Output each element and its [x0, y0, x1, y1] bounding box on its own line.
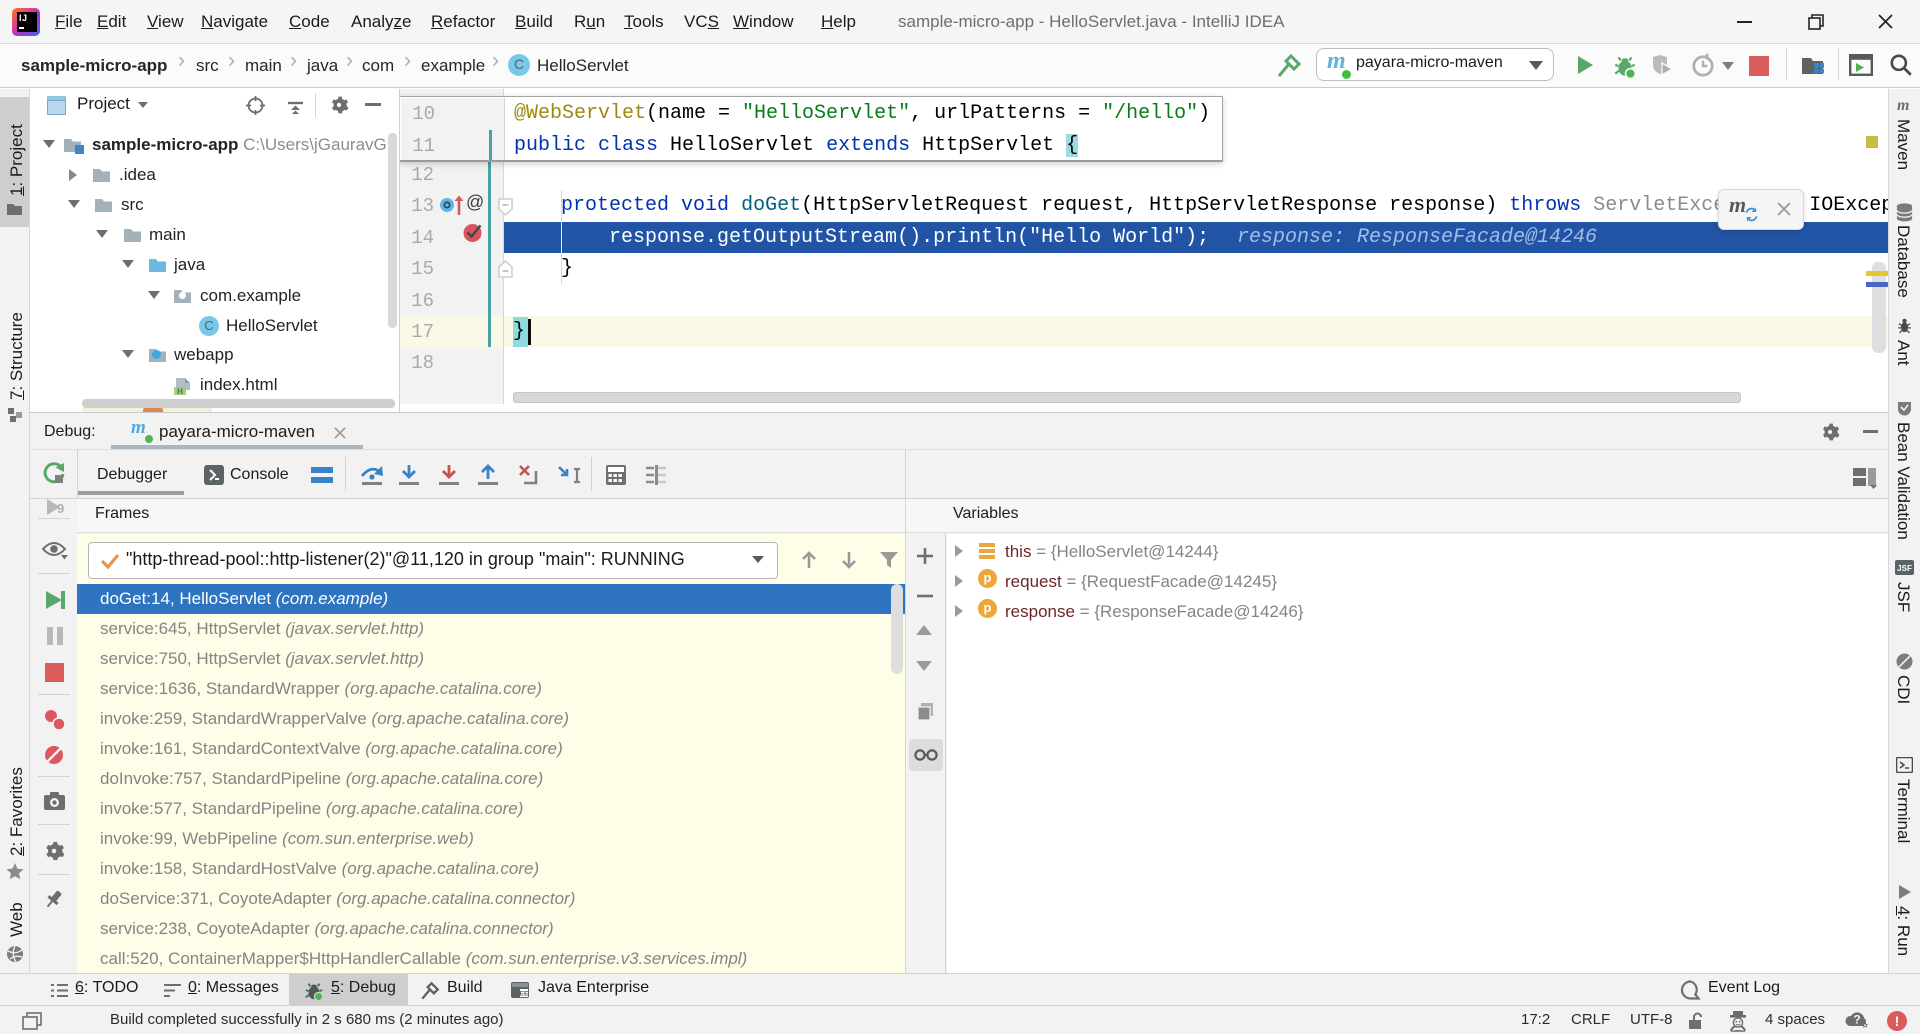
svg-text:?: ?	[1853, 1013, 1860, 1027]
svg-text:H: H	[177, 387, 183, 396]
svg-text:EE: EE	[520, 991, 529, 998]
svg-text:9: 9	[57, 501, 64, 516]
svg-text:JSF: JSF	[1897, 564, 1912, 573]
